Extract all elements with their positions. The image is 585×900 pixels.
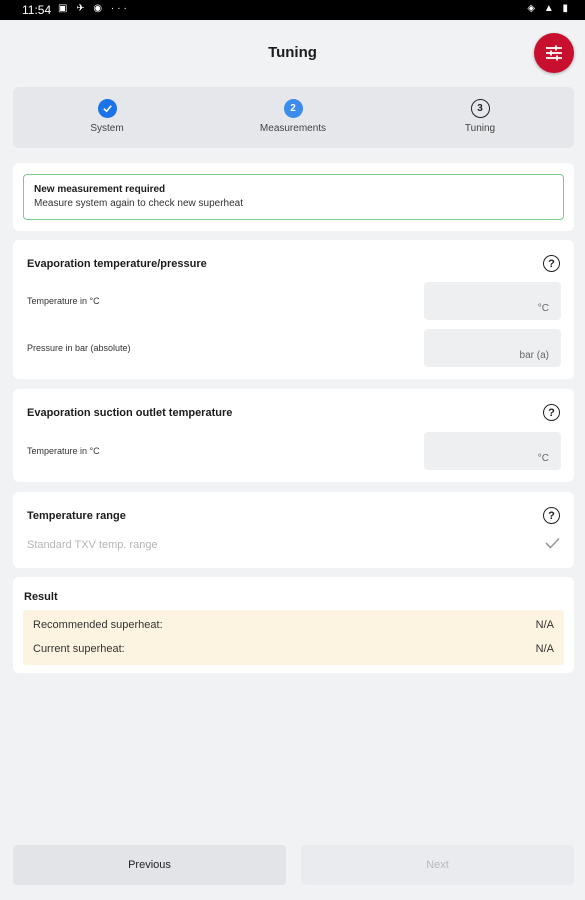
temperature-range-card: Temperature range ? Standard TXV temp. r… bbox=[13, 492, 574, 568]
tune-settings-button[interactable] bbox=[534, 33, 574, 73]
result-panel: Recommended superheat: N/A Current super… bbox=[23, 610, 564, 665]
step-tuning[interactable]: 3 Tuning bbox=[420, 99, 540, 134]
status-system-icons: ◈ ▲ ▮ bbox=[527, 3, 571, 14]
step-label: Measurements bbox=[259, 123, 327, 134]
status-bar: 11:54 ▣ ✈ ◉ ··· ◈ ▲ ▮ bbox=[0, 0, 585, 20]
help-icon[interactable]: ? bbox=[543, 507, 560, 524]
section-title: Evaporation temperature/pressure bbox=[27, 258, 207, 270]
row-value: N/A bbox=[535, 619, 554, 631]
recommended-superheat-row: Recommended superheat: N/A bbox=[33, 619, 554, 631]
row-label: Recommended superheat: bbox=[33, 619, 163, 631]
result-title: Result bbox=[24, 591, 58, 603]
notice-card: New measurement required Measure system … bbox=[13, 163, 574, 231]
step-system[interactable]: System bbox=[47, 99, 167, 134]
page-title: Tuning bbox=[268, 44, 317, 61]
evaporation-temperature-input[interactable]: °C bbox=[424, 282, 561, 320]
status-notification-icons: ▣ ✈ ◉ ··· bbox=[58, 3, 130, 14]
notice-title: New measurement required bbox=[34, 184, 166, 195]
next-button[interactable]: Next bbox=[301, 845, 574, 885]
evaporation-temperature-label: Temperature in °C bbox=[27, 296, 100, 306]
section-title: Evaporation suction outlet temperature bbox=[27, 407, 233, 419]
help-icon[interactable]: ? bbox=[543, 404, 560, 421]
result-card: Result Recommended superheat: N/A Curren… bbox=[13, 577, 574, 673]
measurement-notice: New measurement required Measure system … bbox=[23, 174, 564, 220]
step-label: System bbox=[90, 123, 124, 134]
section-title: Temperature range bbox=[27, 510, 126, 522]
previous-button[interactable]: Previous bbox=[13, 845, 286, 885]
app-header: Tuning bbox=[0, 20, 585, 84]
evaporation-pressure-input[interactable]: bar (a) bbox=[424, 329, 561, 367]
unit-label: °C bbox=[537, 303, 549, 314]
unit-label: bar (a) bbox=[519, 350, 549, 361]
step-complete-icon bbox=[97, 99, 117, 118]
step-label: Tuning bbox=[464, 123, 496, 134]
row-value: N/A bbox=[535, 643, 554, 655]
suction-temperature-label: Temperature in °C bbox=[27, 446, 100, 456]
step-number-icon: 3 bbox=[470, 99, 490, 118]
tune-icon bbox=[546, 45, 562, 61]
suction-temperature-input[interactable]: °C bbox=[424, 432, 561, 470]
step-measurements[interactable]: 2 Measurements bbox=[233, 99, 353, 134]
evaporation-card: Evaporation temperature/pressure ? Tempe… bbox=[13, 240, 574, 379]
status-time: 11:54 bbox=[22, 3, 52, 17]
unit-label: °C bbox=[537, 453, 549, 464]
current-superheat-row: Current superheat: N/A bbox=[33, 643, 554, 655]
evaporation-pressure-label: Pressure in bar (absolute) bbox=[27, 343, 131, 353]
row-label: Current superheat: bbox=[33, 643, 125, 655]
help-icon[interactable]: ? bbox=[543, 255, 560, 272]
progress-stepper: System 2 Measurements 3 Tuning bbox=[13, 87, 574, 148]
check-icon bbox=[545, 537, 560, 549]
step-number-icon: 2 bbox=[283, 99, 303, 118]
temperature-range-option[interactable]: Standard TXV temp. range bbox=[27, 539, 158, 551]
suction-outlet-card: Evaporation suction outlet temperature ?… bbox=[13, 389, 574, 482]
notice-description: Measure system again to check new superh… bbox=[34, 198, 243, 209]
